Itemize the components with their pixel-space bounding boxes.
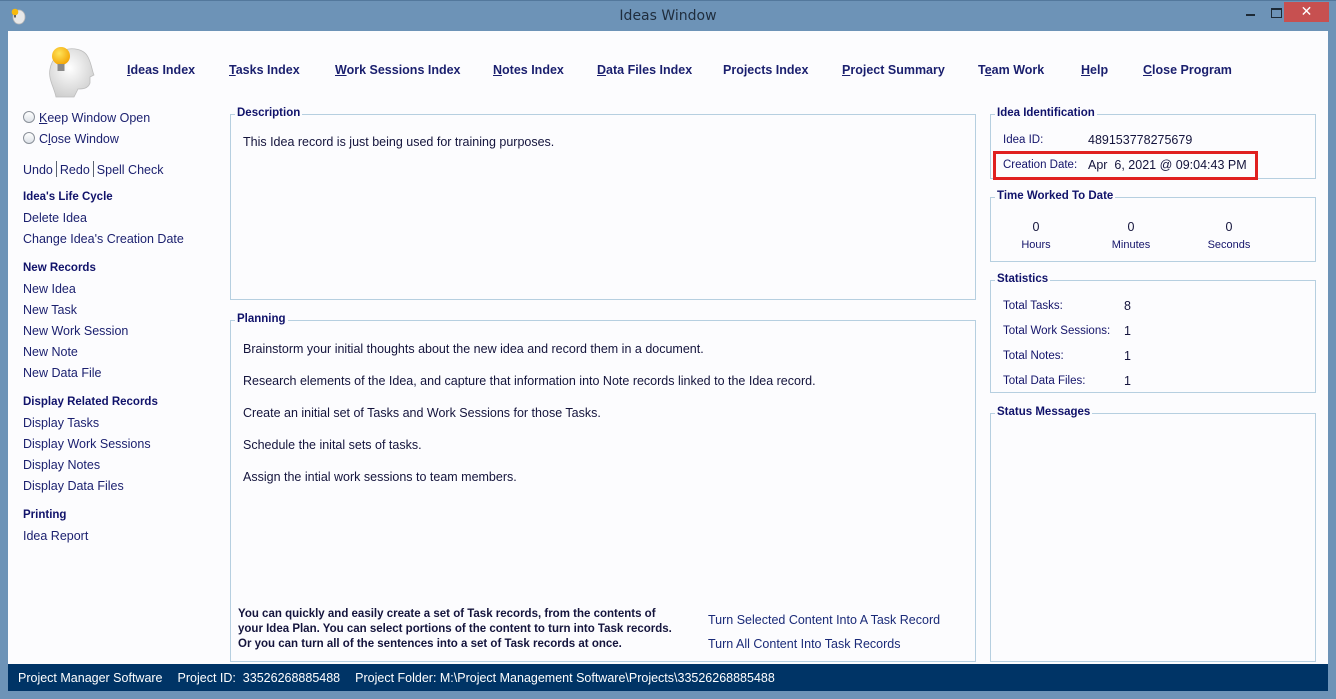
app-name-text: Project Manager Software: [18, 670, 163, 685]
description-text[interactable]: This Idea record is just being used for …: [243, 135, 554, 149]
divider: [92, 161, 94, 177]
undo-link[interactable]: Undo: [23, 163, 53, 177]
delete-idea-link[interactable]: Delete Idea: [23, 211, 87, 225]
hours-value: 0: [1032, 220, 1040, 234]
section-heading-display-related: Display Related Records: [23, 396, 158, 408]
minimize-button[interactable]: [1238, 2, 1264, 22]
description-label: Description: [235, 107, 303, 119]
planning-hint-line: Or you can turn all of the sentences int…: [238, 638, 622, 650]
planning-hint-line: You can quickly and easily create a set …: [238, 608, 656, 620]
total-data-files-label: Total Data Files:: [1003, 375, 1086, 387]
nav-ideas-index[interactable]: Ideas Index: [127, 63, 195, 77]
idea-id-label: Idea ID:: [1003, 134, 1044, 146]
new-task-link[interactable]: New Task: [23, 303, 77, 317]
new-note-link[interactable]: New Note: [23, 345, 78, 359]
idea-id-value: 489153778275679: [1088, 133, 1193, 147]
status-messages-group: Status Messages: [990, 406, 1316, 662]
new-work-session-link[interactable]: New Work Session: [23, 324, 128, 338]
edit-actions: Undo Redo Spell Check: [23, 161, 163, 177]
total-notes-label: Total Notes:: [1003, 350, 1064, 362]
minutes-label: Minutes: [1111, 239, 1151, 251]
planning-group: Planning Brainstorm your initial thought…: [230, 313, 976, 662]
status-messages-label: Status Messages: [995, 406, 1093, 418]
change-creation-date-link[interactable]: Change Idea's Creation Date: [23, 232, 184, 246]
planning-label: Planning: [235, 313, 288, 325]
nav-project-summary[interactable]: Project Summary: [842, 63, 945, 77]
keep-window-open-radio[interactable]: Keep Window Open: [23, 111, 150, 125]
project-id-text: Project ID: 33526268885488: [177, 670, 341, 685]
nav-notes-index[interactable]: Notes Index: [493, 63, 564, 77]
spell-check-link[interactable]: Spell Check: [97, 163, 164, 177]
section-heading-life-cycle: Idea's Life Cycle: [23, 191, 113, 203]
close-icon: ✕: [1300, 4, 1313, 20]
idea-identification-label: Idea Identification: [995, 107, 1097, 119]
radio-button-icon[interactable]: [23, 132, 35, 144]
turn-all-into-tasks-link[interactable]: Turn All Content Into Task Records: [708, 637, 900, 651]
total-notes-value: 1: [1124, 349, 1131, 363]
nav-team-work[interactable]: Team Work: [978, 63, 1044, 77]
statistics-label: Statistics: [995, 273, 1051, 285]
redo-link[interactable]: Redo: [60, 163, 90, 177]
turn-selected-into-task-link[interactable]: Turn Selected Content Into A Task Record: [708, 613, 940, 627]
total-tasks-label: Total Tasks:: [1003, 300, 1063, 312]
idea-report-link[interactable]: Idea Report: [23, 529, 88, 543]
display-work-sessions-link[interactable]: Display Work Sessions: [23, 437, 151, 451]
nav-work-sessions-index[interactable]: Work Sessions Index: [335, 63, 461, 77]
planning-line[interactable]: Create an initial set of Tasks and Work …: [243, 406, 601, 420]
nav-tasks-index[interactable]: Tasks Index: [229, 63, 300, 77]
time-worked-label: Time Worked To Date: [995, 190, 1116, 202]
close-window-button[interactable]: ✕: [1284, 2, 1329, 22]
status-bar: Project Manager Software Project ID: 335…: [8, 664, 1328, 691]
hours-label: Hours: [1021, 239, 1051, 251]
section-heading-new-records: New Records: [23, 262, 96, 274]
statistics-group: Statistics Total Tasks: 8 Total Work Ses…: [990, 273, 1316, 393]
radio-button-icon[interactable]: [23, 111, 35, 123]
planning-hint-line: your Idea Plan. You can select portions …: [238, 623, 672, 635]
time-worked-group: Time Worked To Date 0 Hours 0 Minutes 0 …: [990, 190, 1316, 262]
planning-line[interactable]: Schedule the inital sets of tasks.: [243, 438, 422, 452]
total-work-sessions-value: 1: [1124, 324, 1131, 338]
description-group: Description This Idea record is just bei…: [230, 107, 976, 300]
display-data-files-link[interactable]: Display Data Files: [23, 479, 124, 493]
close-window-radio[interactable]: Close Window: [23, 132, 119, 146]
total-data-files-value: 1: [1124, 374, 1131, 388]
new-data-file-link[interactable]: New Data File: [23, 366, 102, 380]
nav-projects-index[interactable]: Projects Index: [723, 63, 808, 77]
nav-close-program[interactable]: Close Program: [1143, 63, 1232, 77]
window-title: Ideas Window: [619, 8, 717, 24]
creation-date-highlight-box: [993, 151, 1258, 180]
planning-line[interactable]: Research elements of the Idea, and captu…: [243, 374, 816, 388]
title-bar: Ideas Window ✕: [0, 0, 1336, 31]
ideas-logo-icon: [49, 47, 95, 98]
client-area: Ideas Index Tasks Index Work Sessions In…: [8, 31, 1328, 664]
seconds-label: Seconds: [1207, 239, 1251, 251]
new-idea-link[interactable]: New Idea: [23, 282, 76, 296]
divider: [55, 161, 57, 177]
display-tasks-link[interactable]: Display Tasks: [23, 416, 99, 430]
minutes-value: 0: [1127, 220, 1135, 234]
total-work-sessions-label: Total Work Sessions:: [1003, 325, 1111, 337]
planning-line[interactable]: Brainstorm your initial thoughts about t…: [243, 342, 704, 356]
nav-help[interactable]: Help: [1081, 63, 1108, 77]
display-notes-link[interactable]: Display Notes: [23, 458, 100, 472]
total-tasks-value: 8: [1124, 299, 1131, 313]
nav-data-files-index[interactable]: Data Files Index: [597, 63, 692, 77]
section-heading-printing: Printing: [23, 509, 67, 521]
planning-line[interactable]: Assign the intial work sessions to team …: [243, 470, 517, 484]
seconds-value: 0: [1225, 220, 1233, 234]
project-folder-text: Project Folder: M:\Project Management So…: [355, 670, 775, 685]
